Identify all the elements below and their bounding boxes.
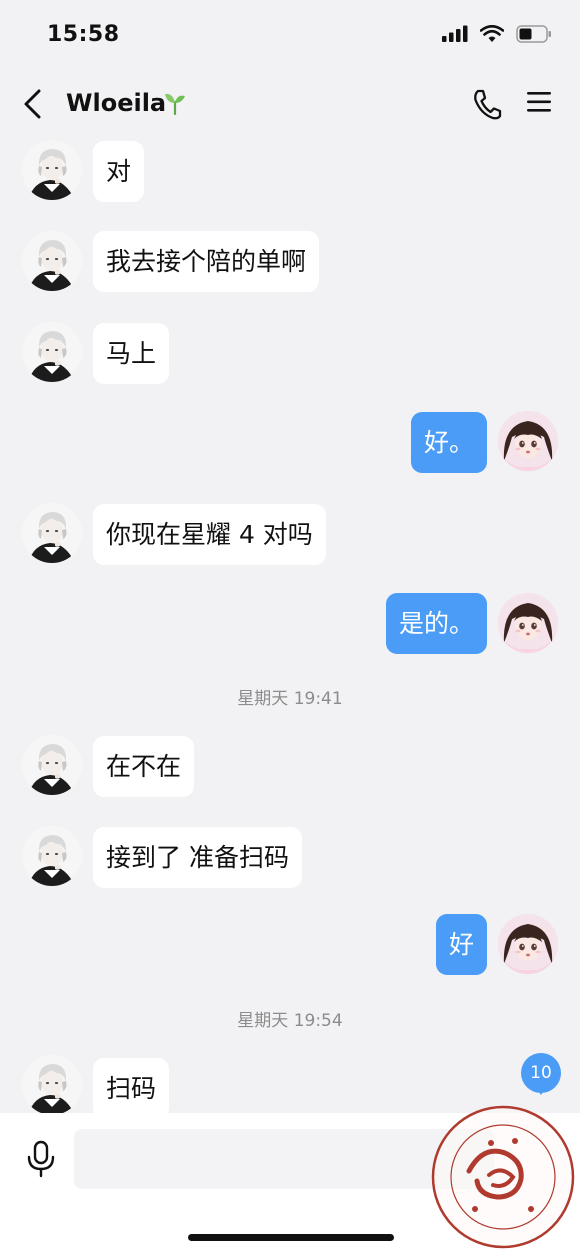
home-indicator xyxy=(188,1234,394,1241)
contact-avatar[interactable] xyxy=(22,140,82,200)
message-bubble-outgoing[interactable]: 是的。 xyxy=(385,593,487,654)
sprout-icon xyxy=(163,91,187,119)
hamburger-menu-icon xyxy=(527,92,551,112)
my-avatar[interactable] xyxy=(498,593,558,653)
chat-header: Wloeila xyxy=(0,70,580,138)
chat-message-list[interactable]: 对 我去接个陪的单啊 马上 好。 你现在星耀 4 对吗 是的。 星期天 19:4… xyxy=(0,138,580,1113)
cellular-signal-icon xyxy=(442,25,468,47)
chevron-left-icon xyxy=(24,89,41,119)
wifi-icon xyxy=(479,24,505,47)
message-bubble-incoming[interactable]: 马上 xyxy=(93,323,170,384)
contact-avatar[interactable] xyxy=(22,826,82,886)
chat-timestamp: 星期天 19:41 xyxy=(237,689,343,709)
watermark-seal xyxy=(431,1105,575,1249)
message-bubble-outgoing[interactable]: 好 xyxy=(435,914,487,975)
chat-timestamp: 星期天 19:54 xyxy=(237,1011,343,1031)
message-bubble-incoming[interactable]: 接到了 准备扫码 xyxy=(93,827,302,888)
battery-icon xyxy=(516,25,552,47)
unread-count-badge[interactable]: 10 xyxy=(521,1053,561,1093)
status-bar: 15:58 xyxy=(0,0,580,70)
contact-avatar[interactable] xyxy=(22,231,82,291)
phone-icon xyxy=(474,89,502,120)
contact-avatar[interactable] xyxy=(22,1055,82,1113)
message-bubble-incoming[interactable]: 扫码 xyxy=(93,1058,170,1113)
message-bubble-outgoing[interactable]: 好。 xyxy=(410,412,487,473)
unread-badge-tail xyxy=(536,1088,546,1095)
contact-avatar[interactable] xyxy=(22,503,82,563)
menu-button[interactable] xyxy=(526,90,552,118)
contact-avatar[interactable] xyxy=(22,322,82,382)
contact-avatar[interactable] xyxy=(22,735,82,795)
microphone-icon xyxy=(27,1140,55,1178)
my-avatar[interactable] xyxy=(498,914,558,974)
voice-input-button[interactable] xyxy=(25,1140,57,1182)
contact-name[interactable]: Wloeila xyxy=(66,89,166,117)
simu001-logo-icon xyxy=(431,1105,575,1249)
message-bubble-incoming[interactable]: 你现在星耀 4 对吗 xyxy=(93,504,326,565)
message-bubble-incoming[interactable]: 在不在 xyxy=(93,736,195,797)
status-icons xyxy=(442,24,552,47)
message-bubble-incoming[interactable]: 我去接个陪的单啊 xyxy=(93,231,320,292)
call-button[interactable] xyxy=(472,88,502,124)
my-avatar[interactable] xyxy=(498,411,558,471)
message-bubble-incoming[interactable]: 对 xyxy=(93,141,145,202)
back-button[interactable] xyxy=(18,86,48,122)
status-time: 15:58 xyxy=(47,22,120,47)
